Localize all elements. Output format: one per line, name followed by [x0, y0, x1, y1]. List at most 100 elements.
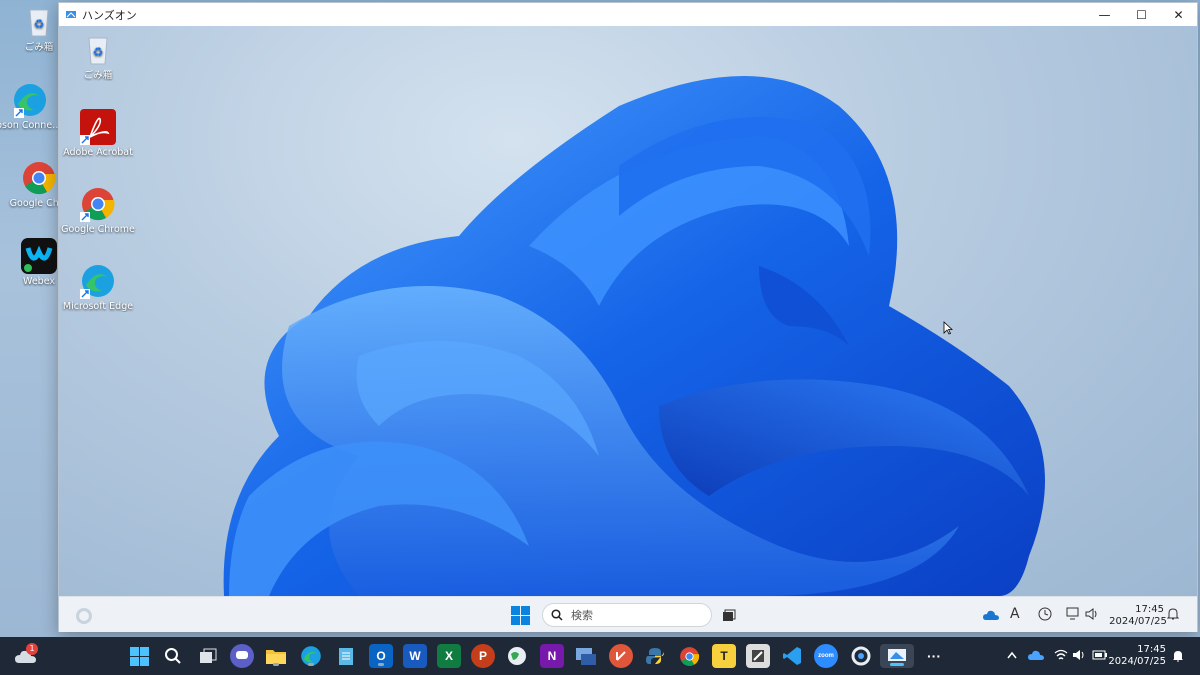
desktop-icon-label: Microsoft Edge [62, 301, 134, 312]
inner-date: 2024/07/25 [1109, 616, 1167, 627]
taskbar-onenote[interactable]: N [540, 644, 564, 668]
taskbar-start[interactable] [127, 644, 151, 668]
start-icon [129, 646, 149, 666]
running-indicator [308, 663, 314, 666]
taskbar: 1 O W X P N T zoom ··· 17:45 2024/07/25 [0, 637, 1200, 675]
onedrive-icon[interactable] [1028, 650, 1044, 661]
remote-app-icon [66, 10, 76, 18]
desktop-icon-label: Adobe Acrobat [63, 147, 133, 158]
remote-app-icon [576, 648, 596, 665]
onedrive-icon[interactable] [983, 609, 999, 621]
clock-time: 17:45 [1137, 644, 1166, 655]
chrome-icon [21, 160, 57, 196]
onenote-icon: N [547, 649, 557, 663]
inner-desktop-icon-acrobat[interactable]: Adobe Acrobat [59, 109, 138, 158]
excel-icon: X [444, 649, 453, 663]
inner-clock[interactable]: 17:45 2024/07/25 [1108, 604, 1168, 628]
chrome-icon [679, 646, 699, 666]
taskbar-app-c[interactable] [849, 644, 873, 668]
word-icon: W [409, 649, 421, 663]
taskbar-edge[interactable] [299, 644, 323, 668]
svg-text:♻: ♻ [34, 17, 45, 31]
notification-bell-icon[interactable] [1172, 649, 1184, 663]
tool-icon [752, 650, 764, 662]
taskbar-git[interactable] [609, 644, 633, 668]
recycle-bin-icon: ♻ [21, 4, 57, 40]
taskbar-remote-desktop[interactable] [880, 644, 914, 668]
python-icon [646, 648, 664, 664]
typora-icon: T [720, 649, 728, 663]
taskbar-vscode[interactable] [780, 644, 804, 668]
inner-desktop-icon-recycle-bin[interactable]: ♻ ごみ箱 [59, 32, 138, 81]
active-indicator [890, 663, 904, 666]
taskbar-tool[interactable] [746, 644, 770, 668]
taskbar-word[interactable]: W [403, 644, 427, 668]
desktop-icon-label: ごみ箱 [83, 70, 113, 81]
clock-app-icon[interactable] [1038, 607, 1052, 621]
notepad-icon [339, 648, 353, 665]
acrobat-icon [80, 109, 116, 145]
taskbar-chrome[interactable] [677, 644, 701, 668]
maximize-button[interactable]: ☐ [1123, 3, 1160, 26]
taskbar-outlook[interactable]: O [369, 644, 393, 668]
svg-text:♻: ♻ [93, 45, 104, 59]
search-icon [551, 609, 563, 621]
volume-icon[interactable] [1072, 649, 1086, 661]
powerpoint-icon: P [478, 649, 487, 663]
volume-icon[interactable] [1085, 607, 1100, 621]
minimize-icon: — [1098, 7, 1111, 22]
chevron-up-icon[interactable] [1007, 651, 1017, 659]
task-view-icon[interactable] [722, 609, 736, 622]
edge-icon [12, 82, 48, 118]
clock-date: 2024/07/25 [1108, 656, 1166, 667]
inner-desktop-icon-edge[interactable]: Microsoft Edge [59, 263, 138, 312]
zoom-icon: zoom [818, 653, 834, 659]
chat-icon [236, 651, 248, 659]
taskbar-excel[interactable]: X [437, 644, 461, 668]
window-titlebar[interactable]: ハンズオン — ☐ ✕ [59, 3, 1197, 26]
start-icon[interactable] [511, 606, 530, 625]
taskbar-task-view[interactable] [196, 644, 220, 668]
search-placeholder: 検索 [571, 609, 593, 622]
taskbar-more[interactable]: ··· [922, 644, 946, 668]
inner-desktop-icon-chrome[interactable]: Google Chrome [59, 186, 138, 235]
taskbar-python[interactable] [643, 644, 667, 668]
widgets-icon[interactable] [75, 607, 93, 625]
inner-time: 17:45 [1135, 604, 1164, 615]
wifi-icon[interactable] [1054, 649, 1068, 661]
notification-bell-icon[interactable] [1167, 607, 1179, 621]
running-indicator [378, 663, 384, 666]
taskbar-powerpoint[interactable]: P [471, 644, 495, 668]
inner-search-box[interactable]: 検索 [542, 603, 712, 627]
close-icon: ✕ [1173, 7, 1184, 22]
running-indicator [273, 663, 279, 666]
git-icon [616, 651, 626, 661]
taskbar-typora[interactable]: T [712, 644, 736, 668]
inner-desktop: ♻ ごみ箱 Adobe Acrobat Google Chrome Micros… [59, 26, 1197, 596]
taskbar-notepad[interactable] [334, 644, 358, 668]
bloom-wallpaper [223, 76, 1046, 596]
chrome-icon [80, 186, 116, 222]
taskbar-zoom[interactable]: zoom [814, 644, 838, 668]
minimize-button[interactable]: — [1086, 3, 1123, 26]
recycle-bin-icon: ♻ [80, 32, 116, 68]
display-icon[interactable] [1066, 607, 1081, 621]
vscode-icon [783, 647, 801, 665]
maximize-icon: ☐ [1136, 7, 1147, 22]
taskbar-earth[interactable] [505, 644, 529, 668]
window-title: ハンズオン [82, 8, 137, 22]
taskbar-remote-app[interactable] [574, 644, 598, 668]
notification-badge: 1 [26, 643, 38, 655]
close-button[interactable]: ✕ [1160, 3, 1197, 26]
search-icon [165, 648, 181, 664]
ime-indicator[interactable]: A [1010, 606, 1020, 622]
taskbar-clock[interactable]: 17:45 2024/07/25 [1108, 644, 1166, 668]
taskbar-search[interactable] [161, 644, 185, 668]
app-c-icon [851, 646, 871, 666]
mouse-cursor-icon [943, 321, 953, 335]
remote-window: ハンズオン — ☐ ✕ ♻ ごみ箱 Adobe Acrobat Google C… [58, 2, 1198, 632]
task-view-icon [200, 648, 217, 663]
battery-icon[interactable] [1092, 650, 1108, 660]
taskbar-file-explorer[interactable] [264, 644, 288, 668]
taskbar-chat[interactable] [230, 644, 254, 668]
